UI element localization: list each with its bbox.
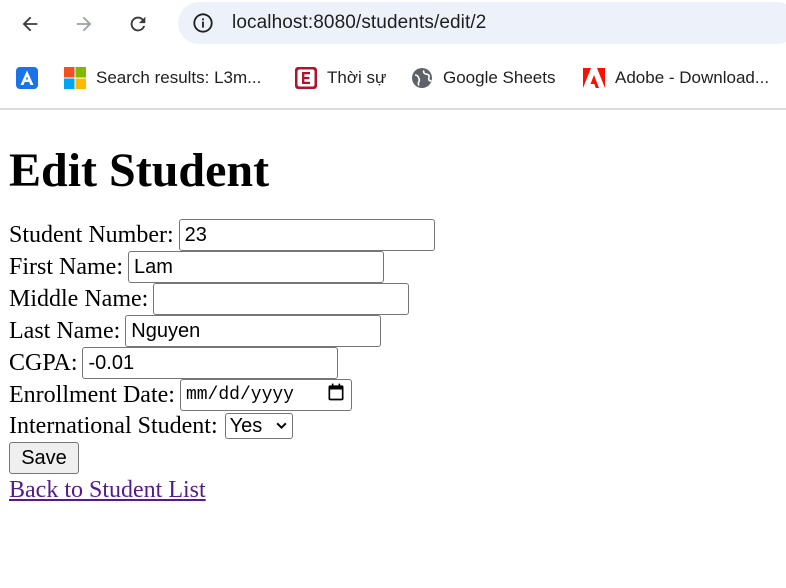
adobe-logo-icon [582, 66, 606, 90]
forward-icon[interactable] [64, 4, 104, 44]
date-placeholder: mm/dd/yyyy [185, 385, 294, 405]
bookmark-label: Search results: L3m... [96, 68, 262, 87]
middle-name-input[interactable] [153, 283, 410, 315]
first-name-label: First Name: [9, 253, 123, 280]
cgpa-input[interactable] [82, 347, 339, 379]
enrollment-date-row: Enrollment Date: mm/dd/yyyy [9, 379, 779, 411]
student-number-label: Student Number: [9, 221, 174, 248]
student-number-input[interactable] [178, 219, 435, 251]
enrollment-date-input[interactable]: mm/dd/yyyy [179, 379, 352, 411]
chevron-down-icon [275, 415, 288, 438]
save-button[interactable]: Save [9, 442, 79, 474]
page-content: Edit Student Student Number: First Name:… [9, 110, 779, 506]
back-icon[interactable] [10, 4, 50, 44]
middle-name-row: Middle Name: [9, 283, 779, 315]
bookmark-label: Google Sheets [443, 68, 556, 87]
select-value: Yes [229, 414, 263, 437]
bookmark-app[interactable] [15, 64, 39, 92]
bookmarks-bar: Search results: L3m... Thời sự Google Sh… [0, 58, 786, 98]
international-label: International Student: [9, 412, 218, 439]
international-select[interactable]: Yes [224, 413, 293, 439]
address-bar[interactable]: localhost:8080/students/edit/2 [178, 2, 786, 44]
calendar-icon[interactable] [326, 382, 346, 409]
first-name-row: First Name: [9, 251, 779, 283]
e-news-icon [294, 66, 318, 90]
cgpa-label: CGPA: [9, 349, 78, 376]
middle-name-label: Middle Name: [9, 285, 149, 312]
bookmark-adobe[interactable]: Adobe - Download... [582, 64, 769, 92]
globe-icon [410, 66, 434, 90]
student-number-row: Student Number: [9, 219, 779, 251]
bookmark-thoi-su[interactable]: Thời sự [294, 64, 386, 92]
bookmark-google-sheets[interactable]: Google Sheets [410, 64, 555, 92]
bookmark-label: Thời sự [327, 68, 387, 87]
bookmark-label: Adobe - Download... [615, 68, 770, 87]
bookmark-search-results[interactable]: Search results: L3m... [63, 64, 261, 92]
first-name-input[interactable] [128, 251, 384, 283]
site-info-icon[interactable] [191, 11, 215, 35]
browser-toolbar: localhost:8080/students/edit/2 [0, 0, 786, 48]
app-launcher-icon [15, 66, 39, 90]
reload-icon[interactable] [118, 4, 158, 44]
url-text: localhost:8080/students/edit/2 [232, 12, 487, 33]
last-name-row: Last Name: [9, 315, 779, 347]
last-name-label: Last Name: [9, 317, 121, 344]
enrollment-date-label: Enrollment Date: [9, 381, 175, 408]
back-to-list-link[interactable]: Back to Student List [9, 474, 779, 506]
page-title: Edit Student [9, 144, 270, 197]
cgpa-row: CGPA: [9, 347, 779, 379]
international-row: International Student: Yes [9, 411, 779, 441]
edit-student-form: Student Number: First Name: Middle Name:… [9, 219, 779, 506]
last-name-input[interactable] [125, 315, 382, 347]
microsoft-logo-icon [63, 66, 87, 90]
